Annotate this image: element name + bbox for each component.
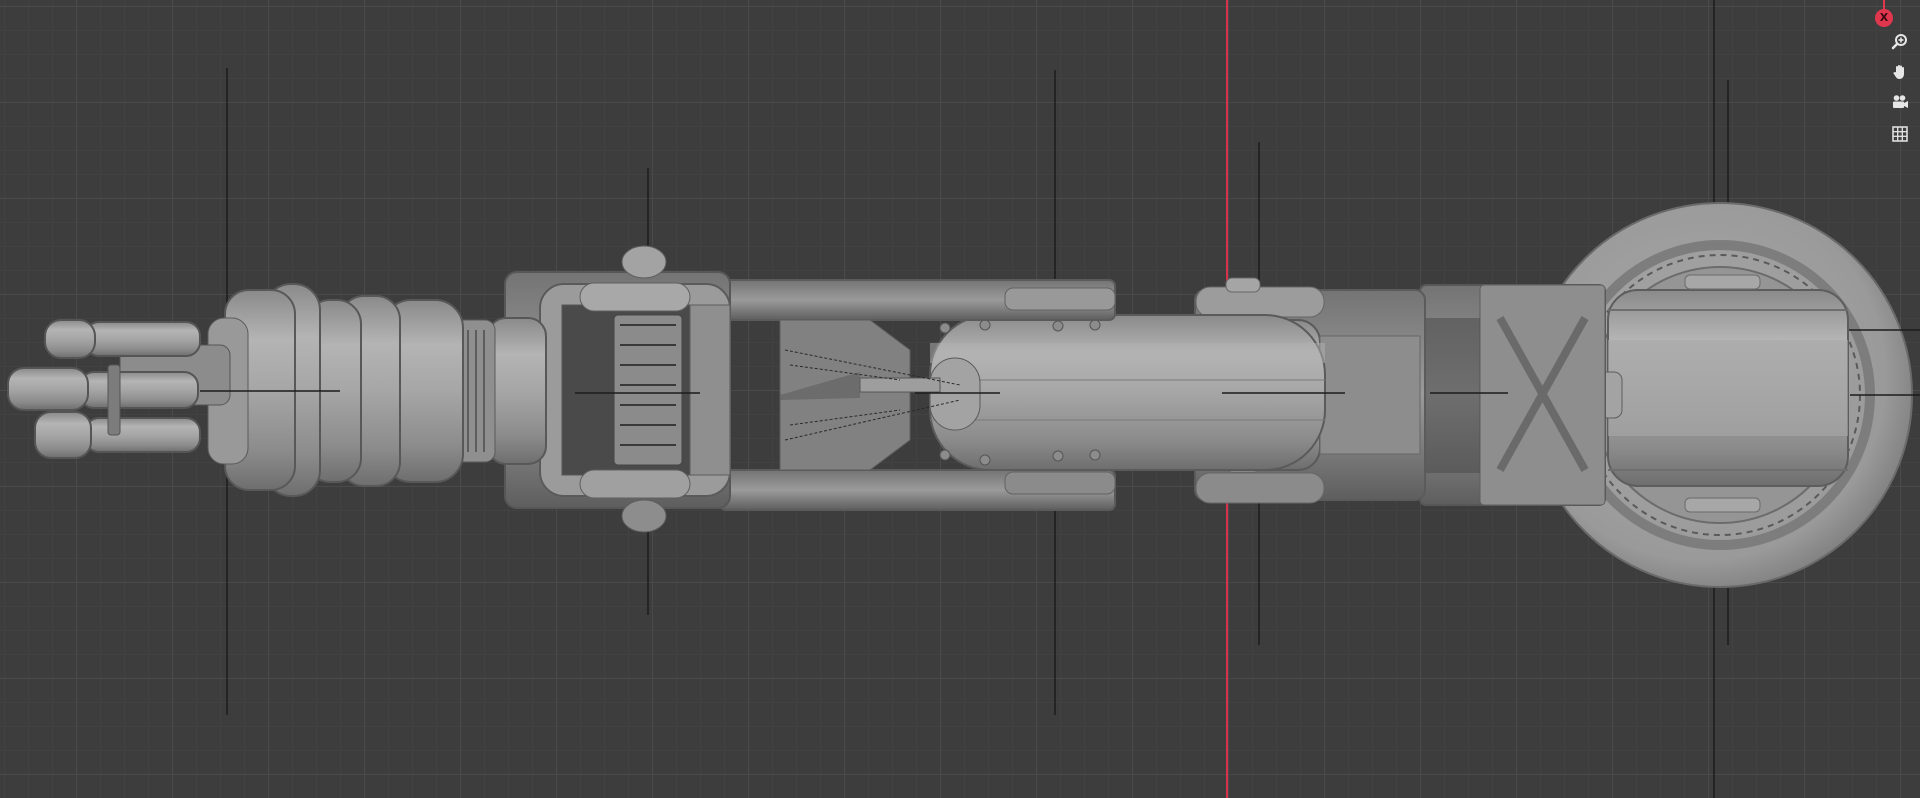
camera-view-button[interactable] (1886, 88, 1914, 116)
nozzle-middle (7, 367, 199, 411)
x-axis-gizmo-button[interactable]: X (1875, 9, 1893, 27)
ortho-grid-icon (1892, 126, 1908, 142)
pan-hand-icon (1893, 65, 1904, 79)
ortho-toggle-button[interactable] (1886, 120, 1914, 148)
x-axis-gizmo-line (1883, 0, 1885, 9)
wrist-flange (454, 317, 547, 465)
3d-viewport[interactable]: X (0, 0, 1920, 798)
tool-rings (207, 283, 464, 497)
navigation-gizmo: X (1860, 0, 1920, 160)
pan-button[interactable] (1886, 58, 1914, 86)
shoulder-hub (1599, 274, 1849, 513)
zoom-icon (1891, 34, 1907, 50)
shoulder-clevis (1419, 284, 1606, 506)
nozzle-top (44, 319, 201, 359)
zoom-button[interactable] (1886, 28, 1914, 56)
nozzle-cluster (7, 319, 231, 459)
robot-arm-model (7, 0, 1920, 798)
camera-view-icon (1893, 95, 1908, 108)
